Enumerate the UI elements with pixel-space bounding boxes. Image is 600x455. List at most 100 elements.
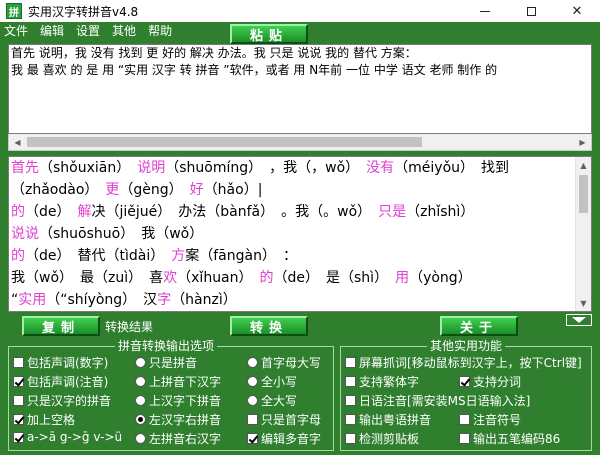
plain-text: 我（wǒ） 最（zuì） 喜 <box>11 270 164 286</box>
checkbox-option[interactable]: 加上空格 <box>13 411 75 428</box>
checkbox[interactable] <box>13 414 24 425</box>
checkbox[interactable] <box>13 395 24 406</box>
checkbox[interactable] <box>345 376 356 387</box>
checkbox-option[interactable]: 支持繁体字 <box>345 373 419 390</box>
pinyin-text: 决（jiějué） <box>91 204 165 220</box>
radio-option[interactable]: 首字母大写 <box>247 354 321 371</box>
option-label: 左汉字右拼音 <box>149 413 222 427</box>
radio-button[interactable] <box>135 414 146 425</box>
option-label: a->ā g->ḡ v->ü <box>27 430 123 444</box>
radio-button[interactable] <box>247 357 258 368</box>
paste-button[interactable]: 粘贴 <box>230 24 308 44</box>
checkbox-option[interactable]: 日语注音[需安装MS日语输入法] <box>345 392 530 409</box>
scrollbar-thumb[interactable] <box>579 175 588 213</box>
horizontal-scrollbar[interactable]: ◀ ▶ <box>8 134 592 151</box>
scroll-right-icon[interactable]: ▶ <box>574 134 591 150</box>
radio-button[interactable] <box>135 376 146 387</box>
radio-option[interactable]: 上汉字下拼音 <box>135 392 221 409</box>
scroll-down-icon[interactable]: ▼ <box>576 295 591 311</box>
checkbox-option[interactable]: a->ā g->ḡ v->ü <box>13 430 122 444</box>
highlighted-hanzi: 更 <box>105 182 120 198</box>
checkbox[interactable] <box>247 414 258 425</box>
checkbox-option[interactable]: 注音符号 <box>459 411 521 428</box>
plain-text: 是（shì） <box>312 270 396 286</box>
option-label: 上拼音下汉字 <box>149 375 222 389</box>
plain-text: （zhǎodào） <box>11 182 106 198</box>
input-line: 首先 说明，我 没有 找到 更 好的 解决 办法。我 只是 说说 我的 替代 方… <box>11 46 417 60</box>
radio-option[interactable]: 左汉字右拼音 <box>135 411 221 428</box>
pinyin-text: （de） <box>25 204 64 220</box>
copy-button[interactable]: 复制 <box>22 316 100 336</box>
checkbox-option[interactable]: 只是汉字的拼音 <box>13 392 111 409</box>
radio-option[interactable]: 全小写 <box>247 373 297 390</box>
vertical-scrollbar[interactable]: ▲ ▼ <box>575 157 591 311</box>
scroll-up-icon[interactable]: ▲ <box>576 157 591 173</box>
scroll-left-icon[interactable]: ◀ <box>9 134 26 150</box>
plain-text <box>246 270 260 286</box>
checkbox-option[interactable]: 输出粤语拼音 <box>345 411 431 428</box>
highlighted-hanzi: 的 <box>11 248 25 264</box>
checkbox[interactable] <box>459 414 470 425</box>
checkbox[interactable] <box>13 431 24 443</box>
close-button[interactable]: ✕ <box>554 0 600 22</box>
input-text-area[interactable]: 首先 说明，我 没有 找到 更 好的 解决 办法。我 只是 说说 我的 替代 方… <box>8 44 592 134</box>
checkbox[interactable] <box>247 433 258 444</box>
pinyin-text: （zhǐshì） <box>406 204 475 220</box>
menu-help[interactable]: 帮助 <box>142 22 178 40</box>
pinyin-text: （yòng） <box>409 270 472 286</box>
menu-other[interactable]: 其他 <box>106 22 142 40</box>
radio-option[interactable]: 上拼音下汉字 <box>135 373 221 390</box>
plain-text: ，我（，wǒ） <box>255 160 367 176</box>
maximize-button[interactable] <box>508 0 554 22</box>
result-line: “实用（“shíyòng） 汉字（hànzì） <box>9 289 591 311</box>
expand-toggle[interactable] <box>566 314 592 326</box>
group-title: 拼音转换输出选项 <box>115 339 218 353</box>
window-title: 实用汉字转拼音v4.8 <box>28 4 139 19</box>
checkbox[interactable] <box>345 414 356 425</box>
option-label: 只是首字母 <box>261 413 322 427</box>
radio-button[interactable] <box>247 395 258 406</box>
radio-button[interactable] <box>247 376 258 387</box>
checkbox-option[interactable]: 包括声调(数字) <box>13 354 108 371</box>
radio-option[interactable]: 左拼音右汉字 <box>135 430 221 447</box>
checkbox[interactable] <box>345 433 356 444</box>
other-features-group: 其他实用功能 屏幕抓词[移动鼠标到汉字上，按下Ctrl键] 支持繁体字 支持分词日语… <box>340 339 592 451</box>
pinyin-text: （gèng） <box>119 182 176 198</box>
checkbox[interactable] <box>345 357 356 368</box>
menu-file[interactable]: 文件 <box>0 22 34 40</box>
result-text-area[interactable]: 首先（shǒuxiān） 说明（shuōmíng） ，我（，wǒ） 没有（méi… <box>8 156 592 312</box>
radio-option[interactable]: 只是拼音 <box>135 354 197 371</box>
checkbox[interactable] <box>459 433 470 444</box>
checkbox-option[interactable]: 只是首字母 <box>247 411 321 428</box>
menu-edit[interactable]: 编辑 <box>34 22 70 40</box>
highlighted-hanzi: 说明 <box>137 160 166 176</box>
checkbox-option[interactable]: 支持分词 <box>459 373 521 390</box>
radio-option[interactable]: 全大写 <box>247 392 297 409</box>
checkbox-option[interactable]: 编辑多音字 <box>247 430 321 447</box>
checkbox-option[interactable]: 输出五笔编码86 <box>459 430 560 447</box>
radio-button[interactable] <box>135 357 146 368</box>
option-label: 日语注音[需安装MS日语输入法] <box>359 394 531 408</box>
checkbox-option[interactable]: 屏幕抓词[移动鼠标到汉字上，按下Ctrl键] <box>345 354 582 371</box>
plain-text <box>123 160 137 176</box>
menu-settings[interactable]: 设置 <box>70 22 106 40</box>
checkbox-option[interactable]: 包括声调(注音) <box>13 373 108 390</box>
checkbox[interactable] <box>13 357 24 368</box>
convert-button[interactable]: 转换 <box>230 316 308 336</box>
checkbox[interactable] <box>13 376 24 387</box>
option-label: 首字母大写 <box>261 356 322 370</box>
about-button[interactable]: 关于 <box>440 316 518 336</box>
group-title: 其他实用功能 <box>427 339 506 353</box>
radio-button[interactable] <box>135 395 146 406</box>
checkbox-option[interactable]: 检测剪贴板 <box>345 430 419 447</box>
radio-button[interactable] <box>135 433 146 444</box>
result-line: 我（wǒ） 最（zuì） 喜欢（xǐhuan） 的（de） 是（shì） 用（y… <box>9 267 591 289</box>
close-icon: ✕ <box>571 3 583 19</box>
checkbox[interactable] <box>459 376 470 387</box>
option-label: 编辑多音字 <box>261 432 322 446</box>
scrollbar-thumb[interactable] <box>27 137 422 147</box>
plain-text: 找到 <box>467 160 510 176</box>
checkbox[interactable] <box>345 395 356 406</box>
minimize-button[interactable] <box>462 0 508 22</box>
option-label: 全小写 <box>261 375 298 389</box>
